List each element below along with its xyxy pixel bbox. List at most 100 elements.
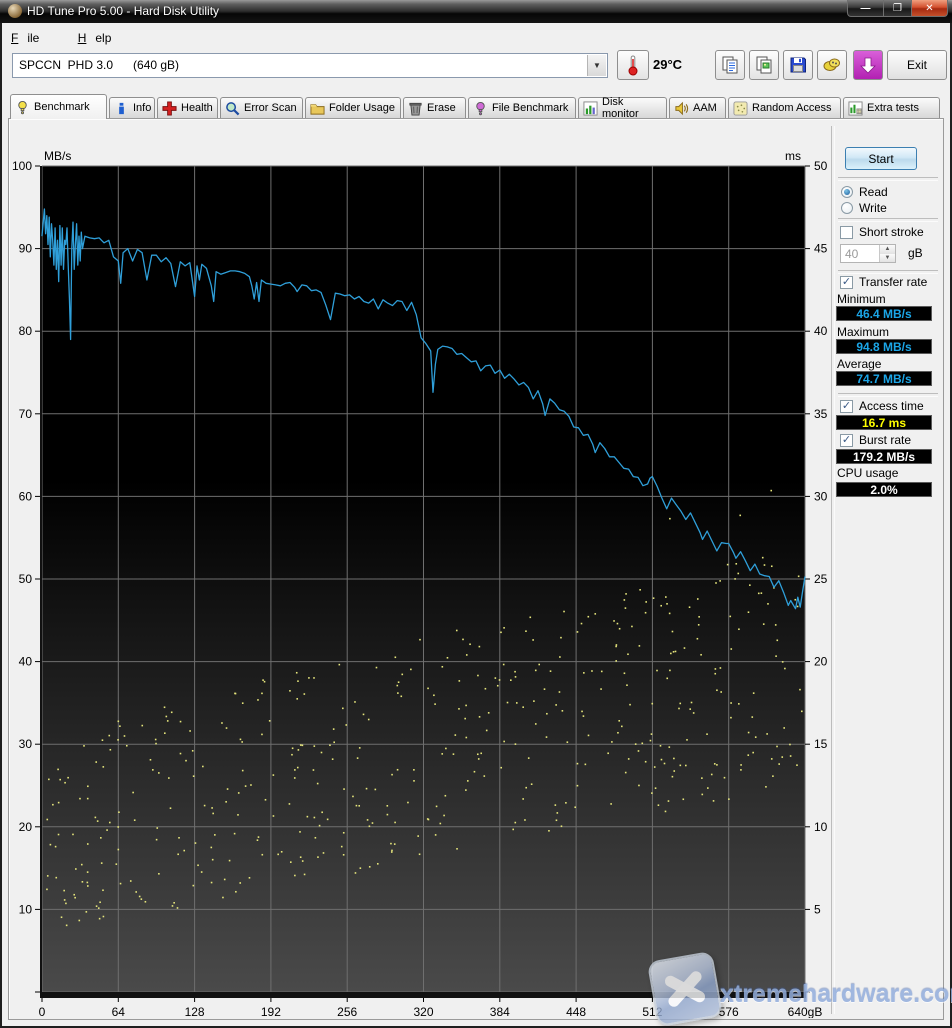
access-time-checkbox[interactable]: ✓ — [840, 400, 853, 413]
x-tick-label: 64 — [112, 1005, 126, 1018]
tab-erase[interactable]: Erase — [403, 97, 466, 118]
x-tick-label: 0 — [39, 1005, 46, 1018]
separator — [838, 218, 938, 222]
y-right-unit-label: ms — [785, 149, 801, 163]
spinner-arrows[interactable]: ▲ ▼ — [879, 245, 895, 262]
spin-up-icon[interactable]: ▲ — [880, 245, 895, 254]
app-icon — [8, 4, 22, 18]
copy-text-button[interactable] — [715, 50, 745, 80]
bulb-yellow-icon — [15, 100, 30, 115]
tab-label: Erase — [427, 102, 456, 114]
y-right-tick-label: 25 — [814, 572, 828, 586]
title-bar: HD Tune Pro 5.00 - Hard Disk Utility — ❐… — [0, 0, 952, 23]
burst-rate-label: Burst rate — [859, 433, 912, 447]
save-screenshot-button[interactable] — [783, 50, 813, 80]
tab-random-access[interactable]: Random Access — [728, 97, 841, 118]
options-button[interactable] — [817, 50, 847, 80]
y-right-tick-label: 45 — [814, 242, 828, 256]
transfer-rate-checkbox[interactable]: ✓ — [840, 276, 853, 289]
menu-help[interactable]: Help — [69, 23, 130, 51]
tab-label: Benchmark — [34, 101, 90, 113]
y-right-tick-label: 40 — [814, 324, 828, 338]
menu-file[interactable]: File — [2, 23, 57, 51]
y-right-tick-label: 20 — [814, 655, 828, 669]
short-stroke-size-spinner[interactable]: 40 ▲ ▼ — [840, 244, 896, 263]
y-left-tick-label: 40 — [19, 655, 33, 669]
tab-label: Error Scan — [244, 102, 297, 114]
y-left-tick-label: 20 — [19, 820, 33, 834]
x-tick-label: 320 — [413, 1005, 433, 1018]
maximize-button[interactable]: ❐ — [884, 0, 911, 17]
transfer-rate-label: Transfer rate — [859, 275, 928, 289]
tab-extra-tests[interactable]: Extra tests — [843, 97, 940, 118]
separator — [838, 177, 938, 181]
y-left-tick-label: 50 — [19, 572, 33, 586]
tab-health[interactable]: Health — [157, 97, 218, 118]
menu-help-accel: H — [77, 31, 87, 45]
tab-disk-monitor[interactable]: Disk monitor — [578, 96, 667, 120]
tab-aam[interactable]: AAM — [669, 97, 726, 118]
temperature-value: 29°C — [653, 57, 683, 72]
separator — [838, 393, 938, 397]
drive-select[interactable]: SPCCN PHD 3.0 (640 gB) ▼ — [12, 53, 608, 78]
tab-label: Extra tests — [867, 102, 919, 114]
capture-button[interactable] — [853, 50, 883, 80]
tab-file-benchmark[interactable]: File Benchmark — [468, 97, 576, 118]
tab-label: Health — [181, 102, 213, 114]
average-value: 74.7 MB/s — [836, 371, 932, 386]
speaker-icon — [674, 101, 689, 116]
y-right-tick-label: 50 — [814, 159, 828, 173]
read-radio[interactable] — [841, 186, 853, 198]
x-tick-label: 256 — [337, 1005, 357, 1018]
average-label: Average — [837, 357, 882, 371]
y-axis-line — [40, 166, 42, 998]
start-button[interactable]: Start — [845, 147, 917, 170]
floppy-icon — [788, 55, 808, 75]
x-tick-label: 384 — [490, 1005, 510, 1018]
trash-icon — [408, 101, 423, 116]
tab-benchmark[interactable]: Benchmark — [10, 94, 107, 119]
burst-rate-value: 179.2 MB/s — [836, 449, 932, 464]
short-stroke-unit: gB — [908, 246, 923, 260]
tab-label: AAM — [693, 102, 717, 114]
cpu-usage-label: CPU usage — [837, 466, 899, 480]
short-stroke-checkbox[interactable] — [840, 226, 853, 239]
watermark-text: xtremehardware.com — [720, 980, 952, 1008]
tab-error-scan[interactable]: Error Scan — [220, 97, 303, 118]
exit-button[interactable]: Exit — [887, 50, 947, 80]
menu-help-rest: elp — [95, 31, 112, 45]
copy-image-button[interactable] — [749, 50, 779, 80]
separator — [838, 270, 938, 274]
chevron-down-icon[interactable]: ▼ — [587, 55, 606, 76]
menu-file-rest: ile — [27, 31, 40, 45]
bulb-purple-icon — [473, 101, 488, 116]
magnifier-icon — [225, 101, 240, 116]
temperature-button[interactable] — [617, 50, 649, 80]
x-tick-label: 128 — [185, 1005, 205, 1018]
tab-label: Disk monitor — [602, 96, 639, 120]
short-stroke-size-value: 40 — [845, 247, 859, 261]
tab-folder-usage[interactable]: Folder Usage — [305, 97, 401, 118]
access-time-label: Access time — [859, 399, 924, 413]
burst-rate-checkbox[interactable]: ✓ — [840, 434, 853, 447]
spin-down-icon[interactable]: ▼ — [880, 253, 895, 262]
y-left-tick-label: 100 — [12, 159, 32, 173]
access-time-value: 16.7 ms — [836, 415, 932, 430]
window-title: HD Tune Pro 5.00 - Hard Disk Utility — [27, 4, 220, 18]
close-button[interactable]: ✕ — [911, 0, 948, 17]
write-radio[interactable] — [841, 202, 853, 214]
folder-icon — [310, 101, 325, 116]
minimize-button[interactable]: — — [847, 0, 884, 17]
y-left-tick-label: 70 — [19, 407, 33, 421]
thermometer-icon — [628, 55, 638, 76]
cross-red-icon — [162, 100, 177, 116]
tab-info[interactable]: Info — [109, 97, 155, 118]
dots-icon — [733, 100, 748, 116]
y-left-tick-label: 90 — [19, 242, 33, 256]
minimum-label: Minimum — [837, 292, 886, 306]
y-right-tick-label: 35 — [814, 407, 828, 421]
y-right-tick-label: 30 — [814, 489, 828, 503]
tab-label: Folder Usage — [329, 102, 396, 114]
y-right-tick-label: 5 — [814, 902, 821, 916]
tab-label: Random Access — [752, 102, 832, 114]
